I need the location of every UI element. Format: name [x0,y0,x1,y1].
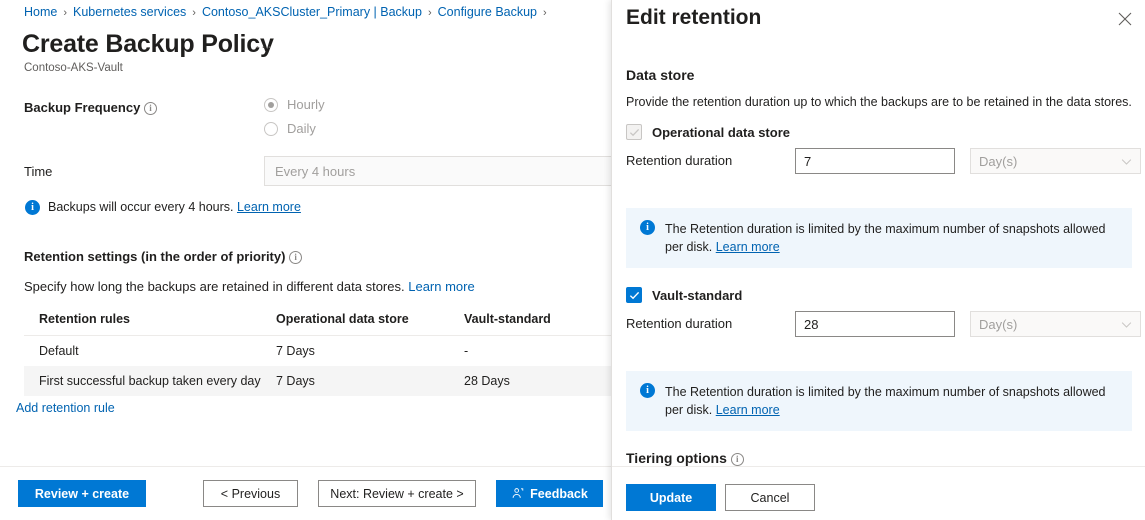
checkbox-icon-vault-standard[interactable] [626,287,642,303]
vault-info-text: The Retention duration is limited by the… [665,383,1118,419]
feedback-button[interactable]: Feedback [496,480,603,507]
radio-daily[interactable]: Daily [264,121,316,136]
vault-duration-value: 28 [804,317,818,332]
retention-settings-heading: Retention settings (in the order of prio… [24,249,302,264]
page-subtitle: Contoso-AKS-Vault [24,62,123,74]
flyout-footer: Update Cancel [612,466,1145,520]
review-create-button[interactable]: Review + create [18,480,146,507]
retention-description-text: Specify how long the backups are retaine… [24,279,405,294]
info-icon: i [640,383,655,398]
close-icon[interactable] [1112,6,1138,32]
time-input-value: Every 4 hours [275,164,355,179]
azure-portal-screen: Home › Kubernetes services › Contoso_AKSClus… [0,0,1145,520]
breadcrumb-separator: › [192,7,196,19]
checkbox-vault-standard[interactable]: Vault-standard [626,287,742,303]
vault-unit-value: Day(s) [979,317,1017,332]
vault-duration-label: Retention duration [626,316,732,331]
blade-footer: Review + create < Previous Next: Review … [0,466,611,520]
page-title-overflow-button[interactable]: ··· [255,38,273,55]
breadcrumb-item-cluster-backup[interactable]: Contoso_AKSCluster_Primary | Backup [202,5,422,19]
radio-label-daily: Daily [287,121,316,136]
checkbox-label-operational: Operational data store [652,125,790,140]
data-store-heading: Data store [626,67,694,83]
vault-duration-input[interactable]: 28 [795,311,955,337]
previous-button[interactable]: < Previous [203,480,298,507]
cell-operational-value: 7 Days [276,344,464,358]
page-title: Create Backup Policy [22,30,274,59]
operational-duration-input[interactable]: 7 [795,148,955,174]
column-header-vault-standard: Vault-standard [464,312,611,326]
data-store-description: Provide the retention duration up to whi… [626,95,1132,109]
checkbox-icon-operational[interactable] [626,124,642,140]
operational-duration-label: Retention duration [626,153,732,168]
tiering-options-heading: Tiering options i [626,450,744,466]
breadcrumb-item-home[interactable]: Home [24,5,57,19]
table-row[interactable]: Default 7 Days - [24,336,611,366]
chevron-down-icon [1121,317,1132,332]
radio-hourly[interactable]: Hourly [264,97,325,112]
checkbox-operational-data-store[interactable]: Operational data store [626,124,790,140]
retention-settings-heading-text: Retention settings (in the order of prio… [24,249,285,264]
cell-operational-value: 7 Days [276,374,464,388]
learn-more-link[interactable]: Learn more [408,279,474,294]
learn-more-link[interactable]: Learn more [716,403,780,417]
cell-rule-name: First successful backup taken every day [24,374,276,388]
breadcrumb-separator: › [428,7,432,19]
operational-duration-value: 7 [804,154,811,169]
backup-frequency-label: Backup Frequency i [24,100,157,115]
flyout-title: Edit retention [626,6,761,30]
add-retention-rule-link[interactable]: Add retention rule [16,401,115,415]
breadcrumb-item-kubernetes-services[interactable]: Kubernetes services [73,5,186,19]
learn-more-link[interactable]: Learn more [237,200,301,214]
breadcrumb-separator: › [543,7,547,19]
operational-info-box: i The Retention duration is limited by t… [626,208,1132,268]
operational-info-text: The Retention duration is limited by the… [665,220,1118,256]
blade-content: Home › Kubernetes services › Contoso_AKSClus… [0,0,611,466]
cell-rule-name: Default [24,344,276,358]
operational-unit-dropdown[interactable]: Day(s) [970,148,1141,174]
vault-info-box: i The Retention duration is limited by t… [626,371,1132,431]
frequency-note-label: Backups will occur every 4 hours. [48,200,234,214]
tiering-options-heading-text: Tiering options [626,450,727,466]
table-row[interactable]: First successful backup taken every day … [24,366,611,396]
info-icon: i [640,220,655,235]
edit-retention-flyout: Edit retention Data store Provide the re… [611,0,1145,520]
next-review-create-button[interactable]: Next: Review + create > [318,480,476,507]
retention-settings-description: Specify how long the backups are retaine… [24,279,475,294]
info-icon[interactable]: i [731,453,744,466]
info-icon[interactable]: i [144,102,157,115]
feedback-button-label: Feedback [530,487,588,501]
radio-icon-daily[interactable] [264,122,278,136]
backup-frequency-label-text: Backup Frequency [24,100,140,115]
frequency-note-text: Backups will occur every 4 hours. Learn … [48,200,301,214]
breadcrumb-item-configure-backup[interactable]: Configure Backup [438,5,537,19]
operational-unit-value: Day(s) [979,154,1017,169]
info-icon: i [25,200,40,215]
vault-unit-dropdown[interactable]: Day(s) [970,311,1141,337]
breadcrumb: Home › Kubernetes services › Contoso_AKSClus… [24,5,553,19]
cell-vault-value: - [464,344,611,358]
retention-rules-table: Retention rules Operational data store V… [24,306,611,396]
column-header-retention-rules: Retention rules [24,312,276,326]
cell-vault-value: 28 Days [464,374,611,388]
time-input[interactable]: Every 4 hours [264,156,611,186]
info-icon[interactable]: i [289,251,302,264]
time-label: Time [24,164,52,179]
checkbox-label-vault-standard: Vault-standard [652,288,742,303]
radio-icon-hourly[interactable] [264,98,278,112]
flyout-content: Edit retention Data store Provide the re… [612,0,1145,466]
chevron-down-icon [1121,154,1132,169]
cancel-button[interactable]: Cancel [725,484,815,511]
feedback-person-icon [511,487,524,500]
radio-label-hourly: Hourly [287,97,325,112]
column-header-operational-data-store: Operational data store [276,312,464,326]
create-backup-policy-blade: Home › Kubernetes services › Contoso_AKSClus… [0,0,611,520]
learn-more-link[interactable]: Learn more [716,240,780,254]
update-button[interactable]: Update [626,484,716,511]
frequency-note: i Backups will occur every 4 hours. Lear… [25,200,445,215]
table-header-row: Retention rules Operational data store V… [24,306,611,336]
breadcrumb-separator: › [63,7,67,19]
